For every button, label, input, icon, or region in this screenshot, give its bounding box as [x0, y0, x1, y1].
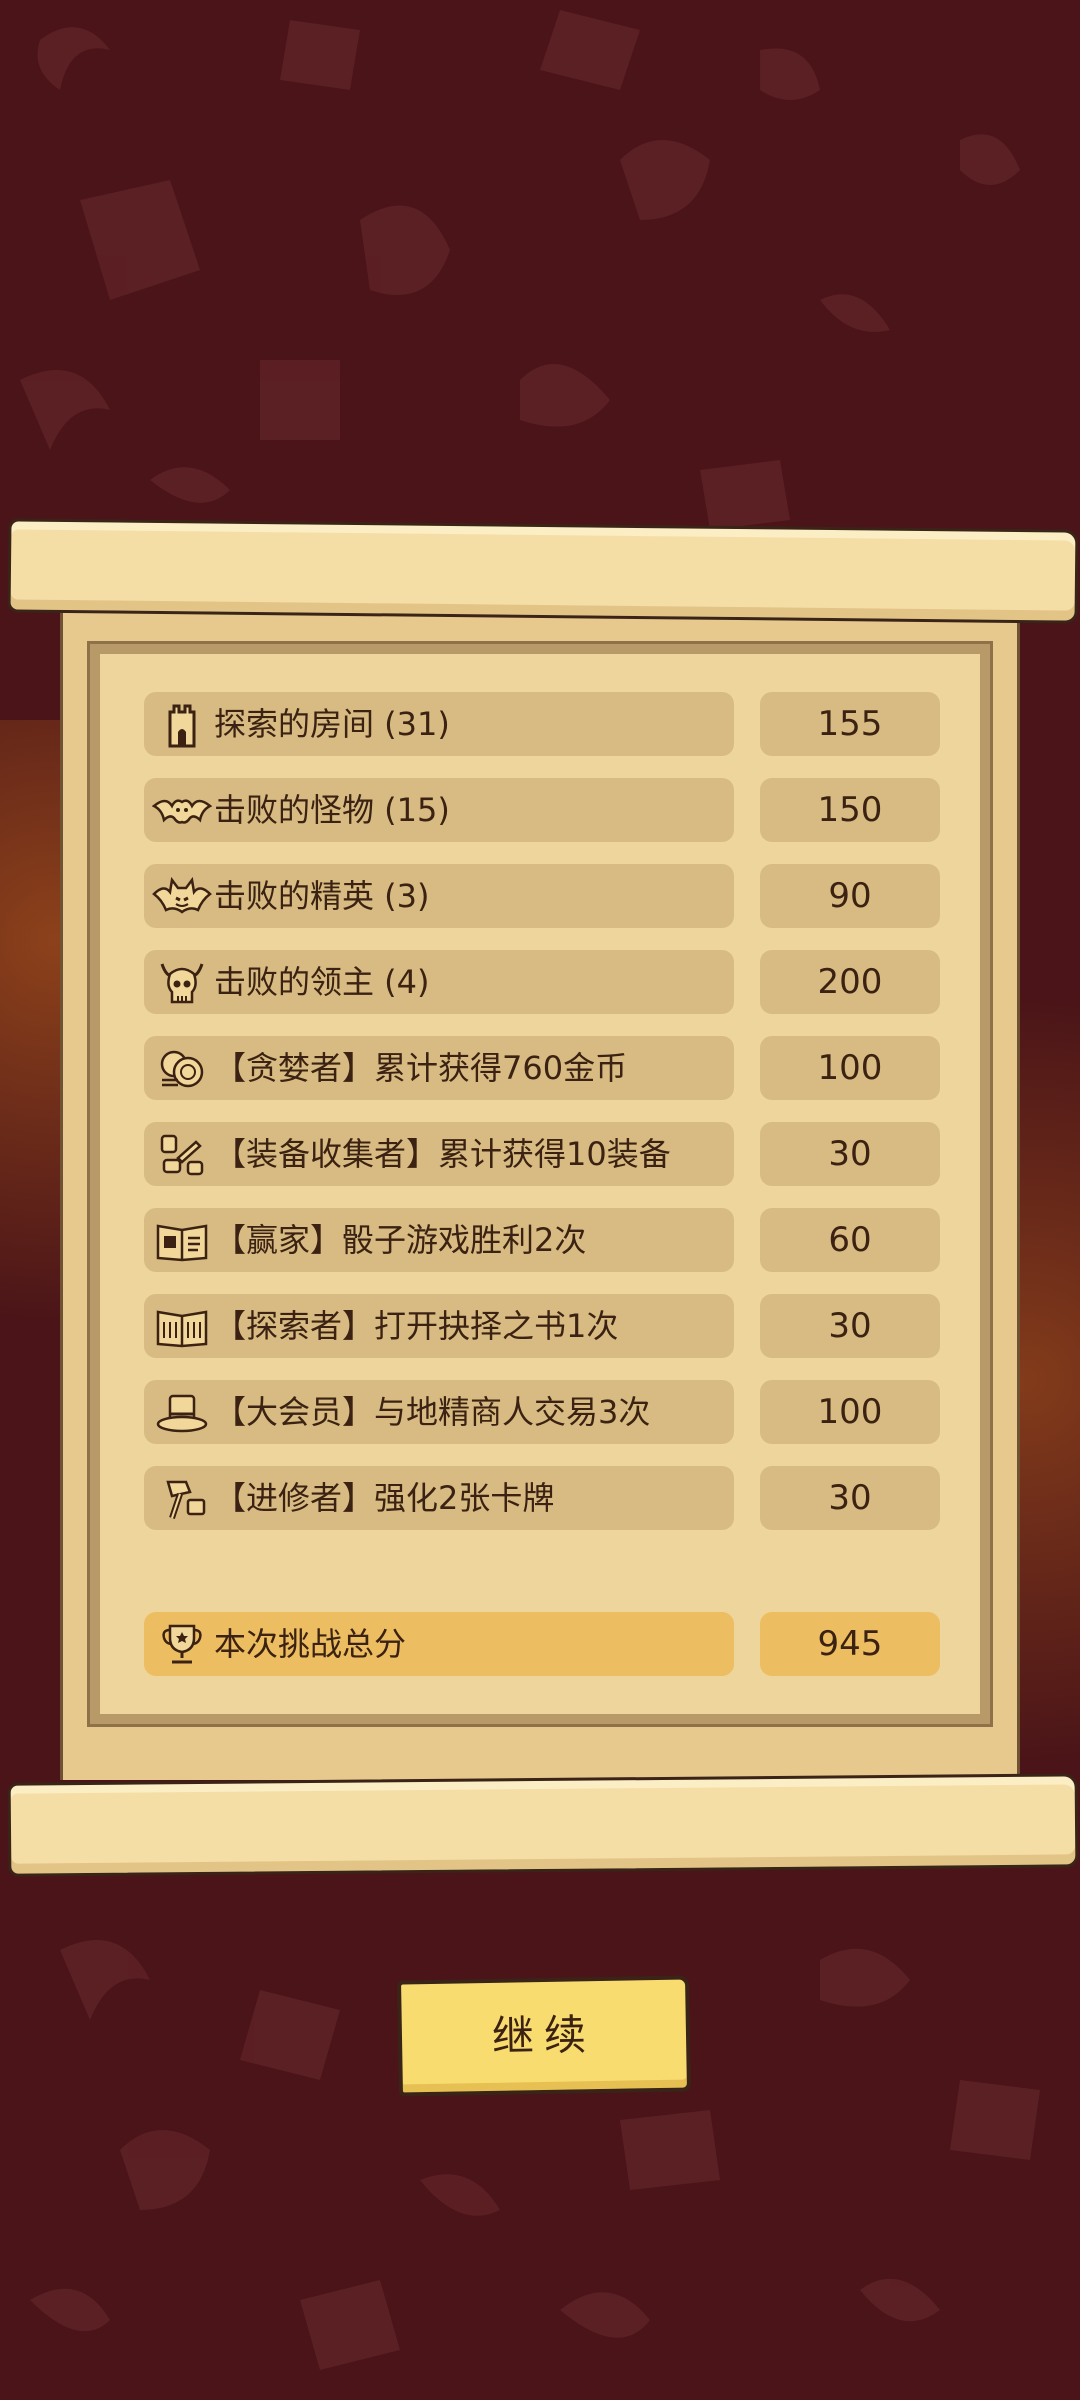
- score-row-gold: 【贪婪者】累计获得760金币 100: [144, 1036, 940, 1100]
- row-label: 【大会员】与地精商人交易3次: [214, 1393, 651, 1431]
- score-row-elites: 击败的精英 (3) 90: [144, 864, 940, 928]
- row-label: 击败的领主 (4): [214, 963, 430, 1001]
- row-value: 150: [760, 778, 940, 842]
- scroll-top-roll: [7, 518, 1079, 624]
- score-row-dice: 【赢家】骰子游戏胜利2次 60: [144, 1208, 940, 1272]
- coin-stack-icon: [160, 1050, 204, 1088]
- row-value: 60: [760, 1208, 940, 1272]
- total-label: 本次挑战总分: [214, 1625, 407, 1663]
- hammer-icon: [166, 1480, 206, 1519]
- row-value: 30: [760, 1294, 940, 1358]
- row-value: 200: [760, 950, 940, 1014]
- horned-skull-icon: [160, 963, 204, 1004]
- row-label: 探索的房间 (31): [214, 705, 450, 743]
- row-label: 【装备收集者】累计获得10装备: [214, 1135, 671, 1173]
- row-value: 30: [760, 1122, 940, 1186]
- score-row-bosses: 击败的领主 (4) 200: [144, 950, 940, 1014]
- row-label: 【探索者】打开抉择之书1次: [214, 1307, 619, 1345]
- row-label: 击败的怪物 (15): [214, 791, 450, 829]
- row-value: 155: [760, 692, 940, 756]
- row-value: 90: [760, 864, 940, 928]
- row-label: 【赢家】骰子游戏胜利2次: [214, 1221, 587, 1259]
- demon-bat-icon: [152, 876, 212, 914]
- dice-book-icon: [156, 1224, 208, 1262]
- row-value: 100: [760, 1380, 940, 1444]
- total-value: 945: [760, 1612, 940, 1676]
- bat-icon: [152, 799, 212, 824]
- score-row-equipment: 【装备收集者】累计获得10装备 30: [144, 1122, 940, 1186]
- open-book-icon: [156, 1310, 208, 1348]
- score-row-monsters: 击败的怪物 (15) 150: [144, 778, 940, 842]
- score-row-trade: 【大会员】与地精商人交易3次 100: [144, 1380, 940, 1444]
- score-row-upgrade: 【进修者】强化2张卡牌 30: [144, 1466, 940, 1530]
- continue-button[interactable]: 继续: [397, 1975, 691, 2097]
- tower-icon: [168, 704, 196, 748]
- trophy-icon: [162, 1624, 202, 1664]
- score-row-rooms: 探索的房间 (31) 155: [144, 692, 940, 756]
- row-value: 100: [760, 1036, 940, 1100]
- row-label: 【进修者】强化2张卡牌: [214, 1479, 555, 1517]
- equipment-icon: [160, 1134, 204, 1176]
- scroll-bottom-roll: [7, 1773, 1079, 1877]
- row-label: 击败的精英 (3): [214, 877, 430, 915]
- score-row-book: 【探索者】打开抉择之书1次 30: [144, 1294, 940, 1358]
- score-row-total: 本次挑战总分 945: [144, 1612, 940, 1676]
- row-value: 30: [760, 1466, 940, 1530]
- row-label: 【贪婪者】累计获得760金币: [214, 1049, 628, 1087]
- top-hat-icon: [156, 1394, 208, 1433]
